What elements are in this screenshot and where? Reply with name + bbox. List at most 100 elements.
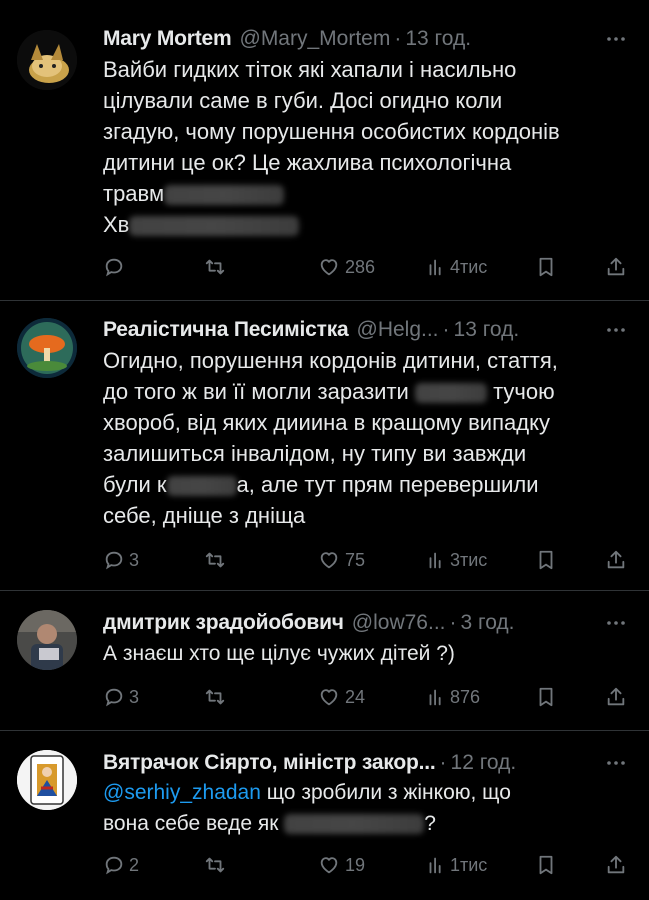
like-button[interactable]: 19	[317, 850, 365, 880]
mention-link[interactable]: @serhiy_zhadan	[103, 781, 261, 804]
timestamp[interactable]: 3 год.	[461, 611, 515, 635]
text-fragment: до того ж ви її могли заразити	[103, 379, 409, 404]
tweet-header: Вятрачок Сіярто, міністр закор... · 12 г…	[103, 748, 631, 778]
bookmark-button[interactable]	[535, 252, 557, 282]
bookmark-button[interactable]	[535, 850, 557, 880]
user-handle[interactable]: @Mary_Mortem	[240, 27, 391, 51]
text-line: згадую, чому порушення особистих кордоні…	[103, 119, 560, 144]
separator-dot: ·	[394, 27, 402, 50]
like-button[interactable]: 24	[317, 682, 365, 712]
text-line: дитини це ок? Це жахлива психологічна	[103, 150, 512, 175]
tweet[interactable]: дмитрик зрадойобович @low76... · 3 год. …	[0, 590, 649, 730]
tweet-text: @serhiy_zhadan що зробили з жінкою, що в…	[103, 777, 629, 839]
text-line: цілували саме в губи. Досі огидно коли	[103, 88, 503, 113]
display-name[interactable]: дмитрик зрадойобович	[103, 611, 344, 635]
reply-count: 2	[129, 854, 140, 875]
retweet-button[interactable]	[203, 850, 227, 880]
tweet[interactable]: Реалістична Песимістка @Helg... · 13 год…	[0, 300, 649, 590]
like-icon	[317, 854, 341, 876]
share-button[interactable]	[605, 850, 627, 880]
bookmark-button[interactable]	[535, 682, 557, 712]
view-count: 3тис	[450, 549, 488, 570]
display-name[interactable]: Вятрачок Сіярто, міністр закор...	[103, 751, 436, 775]
reply-icon	[103, 549, 125, 571]
share-button[interactable]	[605, 545, 627, 575]
redacted-text	[129, 216, 300, 237]
text-line: @serhiy_zhadan що зробили з жінкою, що	[103, 777, 629, 808]
text-line: травм	[103, 178, 629, 209]
view-count: 4тис	[450, 256, 488, 277]
reply-button[interactable]	[103, 252, 129, 282]
tweet-text: А знаєш хто ще цілує чужих дітей ?)	[103, 638, 629, 669]
like-count: 19	[345, 854, 366, 875]
tweet-text: Огидно, порушення кордонів дитини, статт…	[103, 345, 629, 531]
reply-button[interactable]: 2	[103, 850, 139, 880]
reply-count: 3	[129, 549, 140, 570]
user-handle[interactable]: @low76...	[352, 611, 446, 635]
avatar[interactable]	[17, 30, 77, 90]
tweet-text: Вайби гидких тіток які хапали і насильно…	[103, 54, 629, 240]
more-icon[interactable]	[601, 608, 631, 638]
redacted-text	[414, 383, 487, 404]
text-line: А знаєш хто ще цілує чужих дітей ?)	[103, 642, 455, 665]
display-name[interactable]: Mary Mortem	[103, 27, 232, 51]
reply-button[interactable]: 3	[103, 545, 139, 575]
text-line: вона себе веде як ?	[103, 808, 629, 839]
timestamp[interactable]: 13 год.	[454, 318, 520, 342]
reply-icon	[103, 854, 125, 876]
separator-dot: ·	[439, 751, 447, 774]
text-fragment: травм	[103, 181, 165, 206]
like-icon	[317, 549, 341, 571]
avatar[interactable]	[17, 750, 77, 810]
display-name[interactable]: Реалістична Песимістка	[103, 318, 349, 342]
redacted-text	[166, 476, 237, 497]
reply-button[interactable]: 3	[103, 682, 139, 712]
timestamp[interactable]: 13 год.	[405, 27, 471, 51]
share-icon	[605, 686, 627, 708]
tweet[interactable]: Вятрачок Сіярто, міністр закор... · 12 г…	[0, 730, 649, 900]
text-fragment: були к	[103, 472, 167, 497]
share-button[interactable]	[605, 252, 627, 282]
tweet[interactable]: Mary Mortem @Mary_Mortem · 13 год. Вайби…	[0, 0, 649, 300]
tweet-header: Реалістична Песимістка @Helg... · 13 год…	[103, 315, 631, 345]
avatar[interactable]	[17, 318, 77, 378]
bookmark-button[interactable]	[535, 545, 557, 575]
share-icon	[605, 854, 627, 876]
more-icon[interactable]	[601, 315, 631, 345]
like-button[interactable]: 75	[317, 545, 365, 575]
more-icon[interactable]	[601, 748, 631, 778]
text-line: Огидно, порушення кордонів дитини, статт…	[103, 348, 558, 373]
like-icon	[317, 256, 341, 278]
like-button[interactable]: 286	[317, 252, 375, 282]
timestamp[interactable]: 12 год.	[451, 751, 517, 775]
action-bar: 3 24 876	[103, 682, 631, 712]
tweet-feed: Mary Mortem @Mary_Mortem · 13 год. Вайби…	[0, 0, 649, 900]
tweet-header: Mary Mortem @Mary_Mortem · 13 год.	[103, 24, 631, 54]
more-icon[interactable]	[601, 24, 631, 54]
bookmark-icon	[535, 854, 557, 876]
text-fragment: вона себе веде як	[103, 812, 279, 835]
separator-dot: ·	[449, 611, 457, 634]
retweet-icon	[203, 549, 227, 571]
retweet-button[interactable]	[203, 545, 227, 575]
redacted-text	[284, 814, 425, 835]
text-fragment: тучою	[493, 379, 555, 404]
views-button[interactable]: 4тис	[426, 252, 487, 282]
separator-dot: ·	[442, 318, 450, 341]
views-button[interactable]: 876	[426, 682, 480, 712]
share-icon	[605, 256, 627, 278]
action-bar: 3 75 3тис	[103, 545, 631, 575]
like-icon	[317, 686, 341, 708]
share-button[interactable]	[605, 682, 627, 712]
views-button[interactable]: 1тис	[426, 850, 487, 880]
avatar[interactable]	[17, 610, 77, 670]
views-button[interactable]: 3тис	[426, 545, 487, 575]
retweet-button[interactable]	[203, 252, 227, 282]
reply-icon	[103, 256, 125, 278]
views-icon	[426, 686, 446, 708]
bookmark-icon	[535, 686, 557, 708]
text-line: були к а, але тут прям перевершили	[103, 469, 629, 500]
text-fragment: Хв	[103, 212, 130, 237]
user-handle[interactable]: @Helg...	[357, 318, 439, 342]
retweet-button[interactable]	[203, 682, 227, 712]
